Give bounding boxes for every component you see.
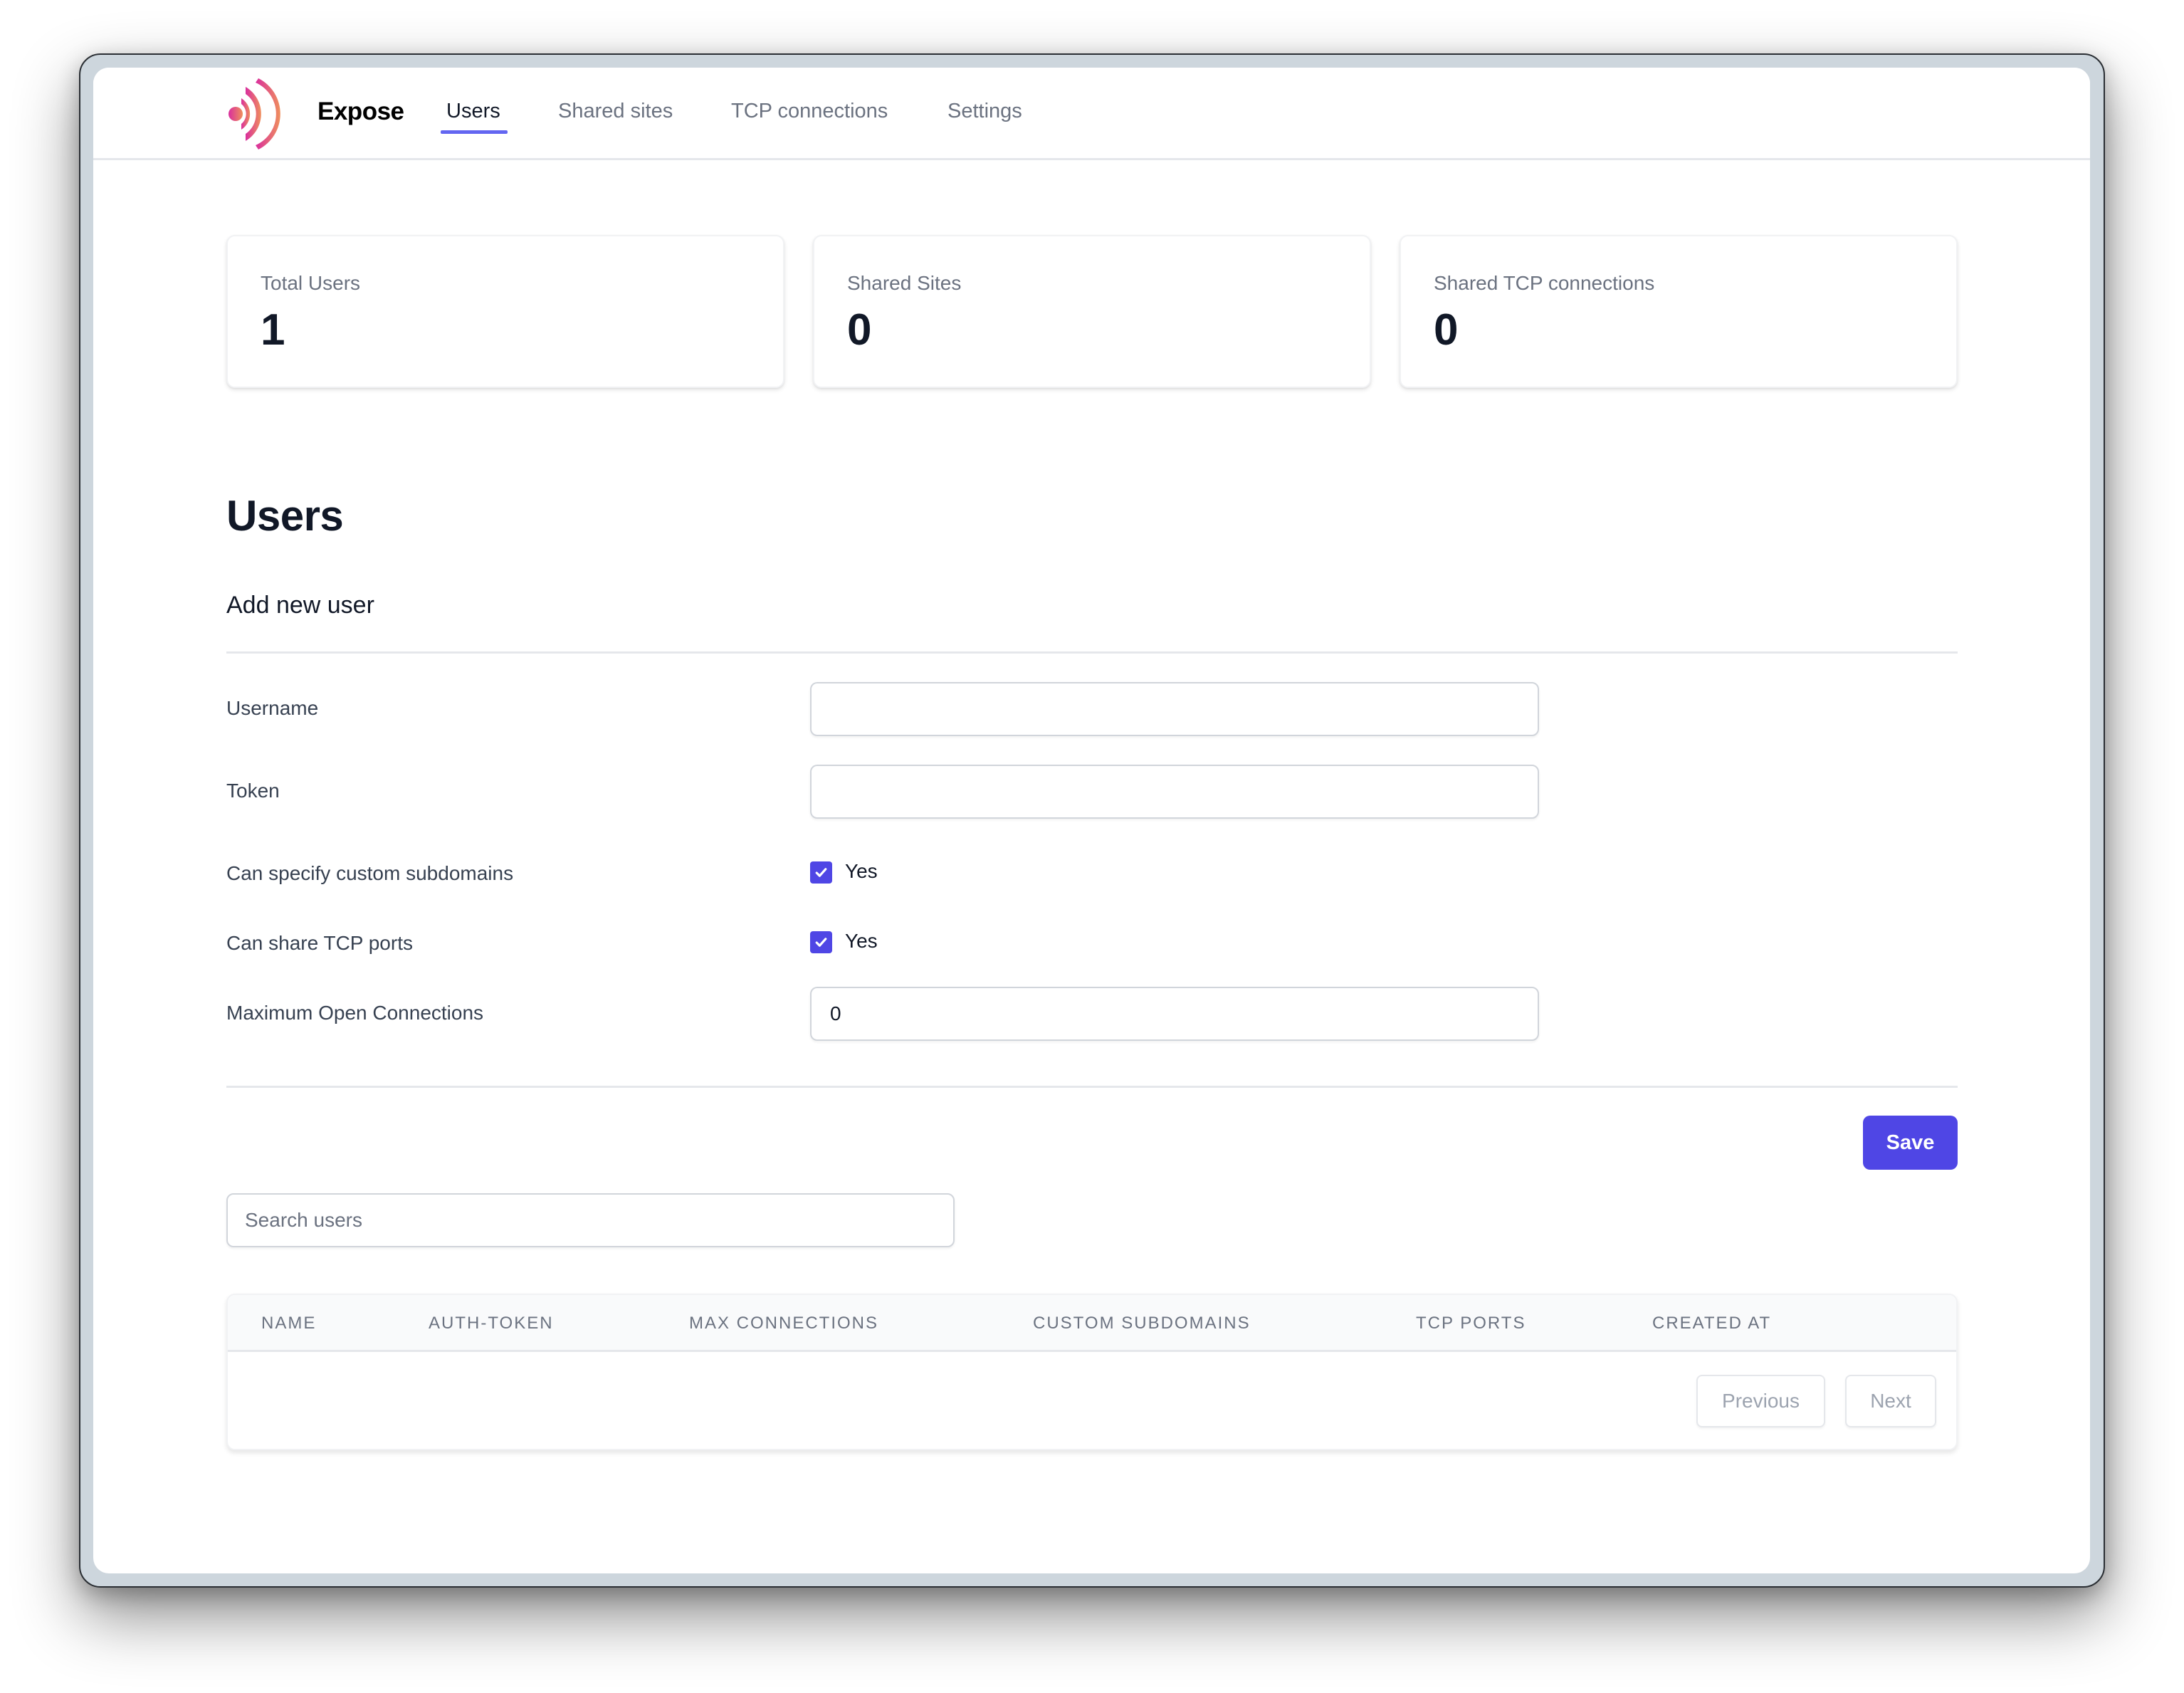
nav-tab-settings[interactable]: Settings <box>947 100 1022 123</box>
custom-subdomains-option-label: Yes <box>845 860 878 882</box>
max-connections-input[interactable] <box>810 987 1539 1041</box>
column-header-name: NAME <box>261 1314 317 1333</box>
top-navigation-bar: Expose Users Shared sites TCP connection… <box>93 68 2090 160</box>
token-label: Token <box>226 780 280 802</box>
tcp-ports-checkbox[interactable] <box>810 931 832 953</box>
stat-card-shared-sites: Shared Sites 0 <box>813 235 1371 388</box>
column-header-auth-token: AUTH-TOKEN <box>429 1314 554 1333</box>
column-header-max-connections: MAX CONNECTIONS <box>689 1314 879 1333</box>
username-label: Username <box>226 697 319 719</box>
table-header-row: NAME AUTH-TOKEN MAX CONNECTIONS CUSTOM S… <box>228 1295 1956 1352</box>
users-table: NAME AUTH-TOKEN MAX CONNECTIONS CUSTOM S… <box>226 1294 1958 1450</box>
form-top-divider <box>226 651 1958 654</box>
save-button[interactable]: Save <box>1863 1116 1958 1170</box>
custom-subdomains-label: Can specify custom subdomains <box>226 862 514 884</box>
tcp-ports-option-label: Yes <box>845 930 878 952</box>
custom-subdomains-checkbox[interactable] <box>810 861 832 884</box>
search-users-input[interactable] <box>226 1193 955 1247</box>
stat-value: 0 <box>847 305 872 355</box>
stat-card-total-users: Total Users 1 <box>226 235 784 388</box>
stat-label: Shared TCP connections <box>1434 272 1655 294</box>
stat-label: Shared Sites <box>847 272 962 294</box>
max-connections-label: Maximum Open Connections <box>226 1002 484 1024</box>
column-header-created-at: CREATED AT <box>1652 1314 1772 1333</box>
brand-name: Expose <box>317 98 404 125</box>
page-title: Users <box>226 492 344 540</box>
stat-label: Total Users <box>261 272 361 294</box>
nav-tab-shared-sites[interactable]: Shared sites <box>558 100 673 123</box>
stat-value: 0 <box>1434 305 1459 355</box>
stat-value: 1 <box>261 305 285 355</box>
nav-tab-tcp-connections[interactable]: TCP connections <box>731 100 888 123</box>
app-page: Expose Users Shared sites TCP connection… <box>93 68 2090 1573</box>
checkmark-icon <box>815 938 827 947</box>
checkmark-icon <box>815 868 827 877</box>
column-header-custom-subdomains: CUSTOM SUBDOMAINS <box>1033 1314 1251 1333</box>
column-header-tcp-ports: TCP PORTS <box>1416 1314 1526 1333</box>
username-input[interactable] <box>810 682 1539 736</box>
previous-page-button[interactable]: Previous <box>1696 1375 1825 1427</box>
nav-tab-users[interactable]: Users <box>446 100 500 123</box>
next-page-button[interactable]: Next <box>1845 1375 1936 1427</box>
form-bottom-divider <box>226 1086 1958 1088</box>
tcp-ports-label: Can share TCP ports <box>226 932 413 954</box>
expose-logo-icon[interactable] <box>226 77 297 151</box>
token-input[interactable] <box>810 765 1539 819</box>
form-title: Add new user <box>226 592 374 619</box>
stat-card-shared-tcp-connections: Shared TCP connections 0 <box>1400 235 1958 388</box>
active-tab-indicator <box>441 130 508 134</box>
